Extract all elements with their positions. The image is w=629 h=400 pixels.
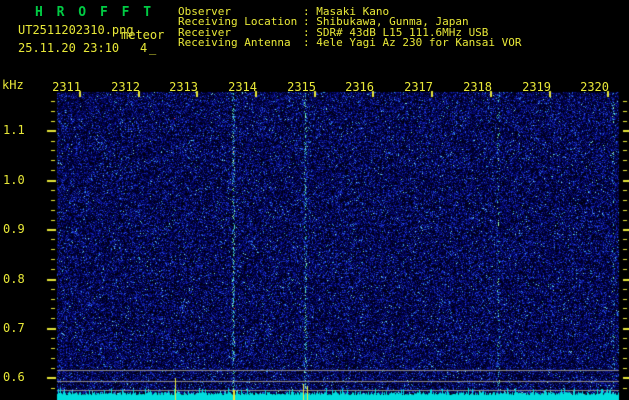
y-tick-label: 0.8 <box>3 272 25 286</box>
y-tick-label: 1.1 <box>3 123 25 137</box>
x-tick-label: 2313 <box>169 80 198 94</box>
y-tick-label: 0.9 <box>3 222 25 236</box>
x-tick-label: 2317 <box>404 80 433 94</box>
info-value-antenna: : 4ele Yagi Az 230 for Kansai VOR <box>303 36 522 49</box>
x-tick-label: 2319 <box>522 80 551 94</box>
app-title: H R O F F T <box>35 5 155 20</box>
y-tick-label: 1.0 <box>3 173 25 187</box>
y-axis-unit: kHz <box>2 78 24 92</box>
y-tick-label: 0.7 <box>3 321 25 335</box>
cursor-mark: _ <box>149 41 157 55</box>
x-tick-label: 2320 <box>580 80 609 94</box>
y-tick-label: 0.6 <box>3 370 25 384</box>
x-tick-label: 2312 <box>111 80 140 94</box>
x-tick-label: 2315 <box>287 80 316 94</box>
hrofft-window: H R O F F T UT2511202310.png meteor 25.1… <box>0 0 629 400</box>
x-tick-label: 2318 <box>463 80 492 94</box>
x-tick-label: 2314 <box>228 80 257 94</box>
x-tick-label: 2316 <box>345 80 374 94</box>
spectrogram-canvas <box>0 0 629 400</box>
info-label-antenna: Receiving Antenna <box>178 36 291 49</box>
minute-counter: 4 <box>140 41 148 55</box>
output-filename: UT2511202310.png <box>18 23 134 37</box>
datetime-text: 25.11.20 23:10 <box>18 41 120 55</box>
x-tick-label: 2311 <box>52 80 81 94</box>
meteor-label: meteor <box>121 28 165 42</box>
